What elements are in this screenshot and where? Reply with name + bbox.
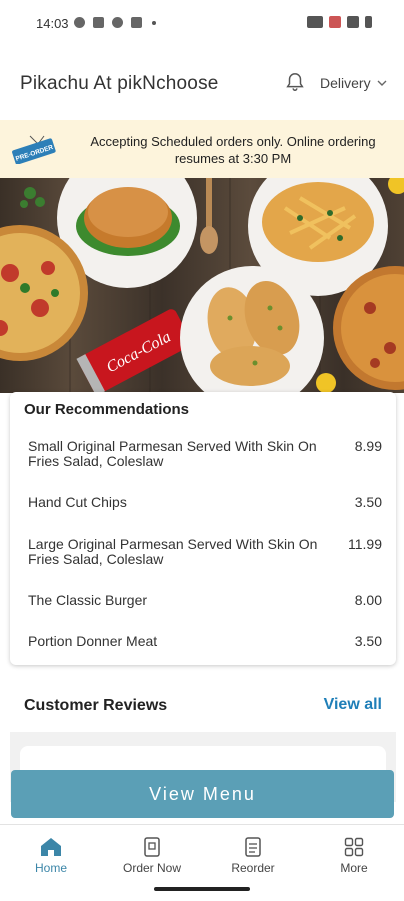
delivery-label: Delivery [320,75,371,91]
sync-icon [112,17,123,28]
item-price: 8.00 [354,592,382,608]
status-time: 14:03 [36,16,69,31]
fork [200,178,218,254]
no-sim-icon [329,16,341,28]
recommendations-title: Our Recommendations [24,401,190,418]
item-name: Portion Donner Meat [28,633,158,649]
item-name: Large Original Parmesan Served With Skin… [28,536,318,567]
recommendations-card: Our Recommendations Small Original Parme… [10,392,396,665]
recommendation-item[interactable]: The Classic Burger 8.00 [28,593,382,609]
notice-text: Accepting Scheduled orders only. Online … [90,134,376,166]
status-system-icons [307,16,372,28]
nav-label: More [340,861,368,875]
recommendation-item[interactable]: Hand Cut Chips 3.50 [28,495,382,511]
item-price: 3.50 [354,633,382,649]
bottom-navigation: Home Order Now Reorder More [0,824,404,901]
item-name: Small Original Parmesan Served With Skin… [28,438,317,469]
recommendation-item[interactable]: Large Original Parmesan Served With Skin… [28,537,382,569]
view-all-reviews-link[interactable]: View all [324,696,382,714]
pre-order-tag-icon: PRE-ORDER [12,135,56,164]
nav-item-order-now[interactable]: Order Now [107,837,197,875]
recommendation-item[interactable]: Portion Donner Meat 3.50 [28,634,382,650]
hero-food-image: Coca-Cola [0,178,404,393]
android-icon [131,17,142,28]
lemon [316,373,336,393]
nav-item-reorder[interactable]: Reorder [208,837,298,875]
item-name: Hand Cut Chips [28,494,127,510]
coke-can: Coca-Cola [76,309,192,393]
reviews-title: Customer Reviews [24,697,168,714]
delivery-selector[interactable]: Delivery [320,75,387,91]
item-price: 3.50 [354,494,382,510]
item-price: 8.99 [354,438,382,454]
nav-label: Order Now [122,861,181,875]
nav-item-home[interactable]: Home [6,837,96,875]
status-notification-icons [74,17,156,28]
nav-label: Reorder [231,861,275,875]
herbs [20,187,45,208]
nav-item-more[interactable]: More [309,837,399,875]
home-icon [41,838,61,856]
reorder-icon [245,837,261,857]
nav-label: Home [34,861,67,875]
chevron-down-icon [377,80,387,86]
app-header: Pikachu At pikNchoose Delivery [0,48,404,120]
gesture-home-indicator[interactable] [154,887,250,891]
grid-icon [344,837,364,857]
battery-icon [365,16,372,28]
view-menu-button[interactable]: View Menu [11,770,394,818]
recommendation-item[interactable]: Small Original Parmesan Served With Skin… [28,439,382,471]
ordering-notice-banner: PRE-ORDER Accepting Scheduled orders onl… [0,120,404,178]
more-dot-icon [152,20,156,25]
item-price: 11.99 [348,536,382,552]
bell-icon[interactable] [284,71,306,93]
order-icon [144,837,160,857]
notification-icon [74,17,85,28]
app-icon [93,17,104,28]
wifi-icon [347,16,359,28]
restaurant-title: Pikachu At pikNchoose [20,73,219,94]
link-icon [307,16,323,28]
lemon [388,178,404,194]
status-bar: 14:03 [0,0,404,48]
item-name: The Classic Burger [28,592,148,608]
